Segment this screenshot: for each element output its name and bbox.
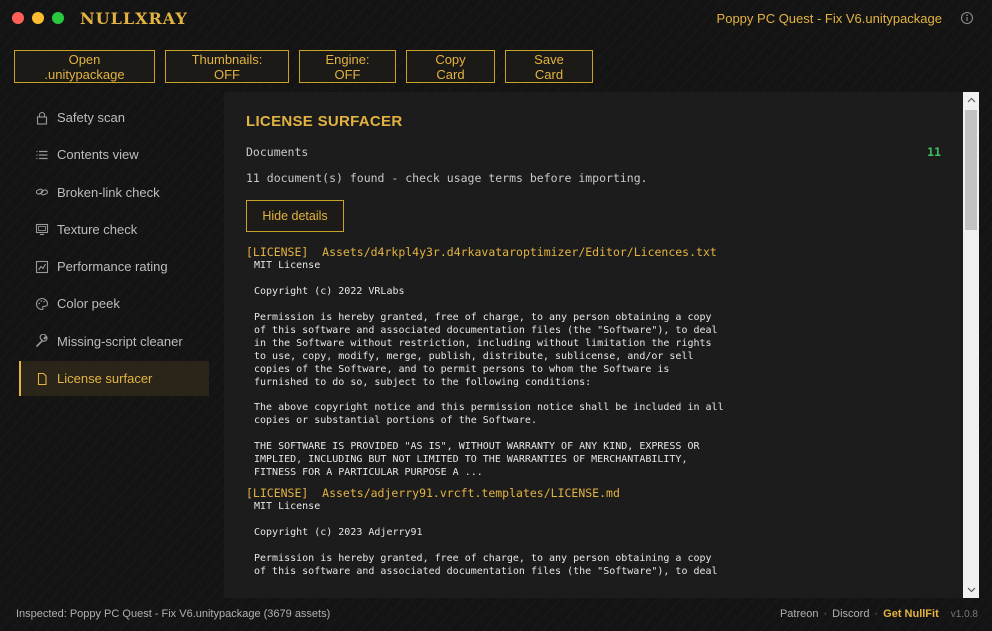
link-icon [35, 188, 48, 196]
document-icon [37, 372, 47, 385]
get-nullfit-link[interactable]: Get NullFit [883, 608, 939, 620]
sidebar-item-label: Broken-link check [57, 184, 160, 200]
thumbnails-toggle-button[interactable]: Thumbnails: OFF [165, 50, 289, 83]
sidebar-item-license-surfacer[interactable]: License surfacer [19, 361, 209, 397]
status-separator: · [874, 608, 879, 620]
sidebar-item-label: Contents view [57, 147, 139, 163]
sidebar-item-texture-check[interactable]: Texture check [19, 212, 209, 247]
sidebar-item-label: Safety scan [57, 110, 125, 125]
document-body: MIT License Copyright (c) 2022 VRLabs Pe… [254, 260, 724, 479]
document-list: [LICENSE] Assets/d4rkpl4y3r.d4rkavatarop… [246, 244, 946, 584]
maximize-window-button[interactable] [52, 12, 64, 24]
open-unitypackage-button[interactable]: Open .unitypackage [14, 50, 155, 83]
sidebar-item-label: Missing-script cleaner [57, 333, 183, 349]
app-title: NULLXRAY [80, 9, 188, 28]
panel-scrollbar[interactable] [963, 92, 979, 598]
title-bar: NULLXRAY Poppy PC Quest - Fix V6.unitypa… [0, 0, 992, 36]
scroll-down-arrow-icon[interactable] [963, 582, 979, 598]
scroll-up-arrow-icon[interactable] [963, 92, 979, 108]
palette-icon [36, 297, 49, 311]
scrollbar-thumb[interactable] [965, 110, 977, 230]
documents-note: 11 document(s) found - check usage terms… [246, 171, 648, 185]
sidebar-item-contents-view[interactable]: Contents view [19, 137, 209, 172]
documents-label: Documents [246, 145, 309, 159]
version-label: v1.0.8 [950, 608, 978, 620]
status-links: Patreon · Discord · Get NullFit v1.0.8 [780, 608, 978, 620]
discord-link[interactable]: Discord [832, 608, 869, 620]
engine-toggle-button[interactable]: Engine: OFF [299, 50, 396, 83]
sidebar-item-performance-rating[interactable]: Performance rating [19, 249, 209, 284]
patreon-link[interactable]: Patreon [780, 608, 819, 620]
wrench-icon [36, 334, 48, 348]
document-entry: [LICENSE] Assets/adjerry91.vrcft.templat… [246, 485, 946, 579]
sidebar-item-label: License surfacer [57, 371, 153, 387]
inspected-status: Inspected: Poppy PC Quest - Fix V6.unity… [16, 608, 331, 620]
sidebar-item-color-peek[interactable]: Color peek [19, 286, 209, 321]
panel-title: LICENSE SURFACER [246, 113, 403, 130]
documents-count: 11 [927, 145, 941, 159]
document-header: [LICENSE] Assets/adjerry91.vrcft.templat… [246, 486, 620, 501]
lock-icon [36, 111, 48, 125]
minimize-window-button[interactable] [32, 12, 44, 24]
sidebar-item-safety-scan[interactable]: Safety scan [19, 100, 209, 135]
sidebar-item-broken-link-check[interactable]: Broken-link check [19, 175, 209, 210]
license-surfacer-panel: LICENSE SURFACER Documents 11 11 documen… [224, 92, 963, 598]
close-window-button[interactable] [12, 12, 24, 24]
sidebar-item-label: Color peek [57, 296, 120, 312]
sidebar-item-label: Texture check [57, 221, 138, 237]
list-icon [36, 150, 48, 159]
document-body: MIT License Copyright (c) 2023 Adjerry91… [254, 501, 718, 577]
chart-icon [35, 260, 49, 273]
monitor-icon [35, 224, 49, 236]
save-card-button[interactable]: Save Card [505, 50, 593, 83]
info-icon[interactable] [960, 11, 974, 25]
sidebar-item-missing-script-cleaner[interactable]: Missing-script cleaner [19, 324, 209, 359]
sidebar-item-label: Performance rating [57, 259, 168, 275]
document-entry: [LICENSE] Assets/d4rkpl4y3r.d4rkavatarop… [246, 244, 946, 480]
status-separator: · [823, 608, 828, 620]
toolbar: Open .unitypackage Thumbnails: OFF Engin… [14, 50, 593, 83]
hide-details-button[interactable]: Hide details [246, 200, 344, 232]
copy-card-button[interactable]: Copy Card [406, 50, 495, 83]
window-file-name: Poppy PC Quest - Fix V6.unitypackage [716, 11, 942, 26]
sidebar: Safety scan Contents view Broken-link ch… [19, 100, 209, 398]
document-header: [LICENSE] Assets/d4rkpl4y3r.d4rkavatarop… [246, 245, 717, 259]
